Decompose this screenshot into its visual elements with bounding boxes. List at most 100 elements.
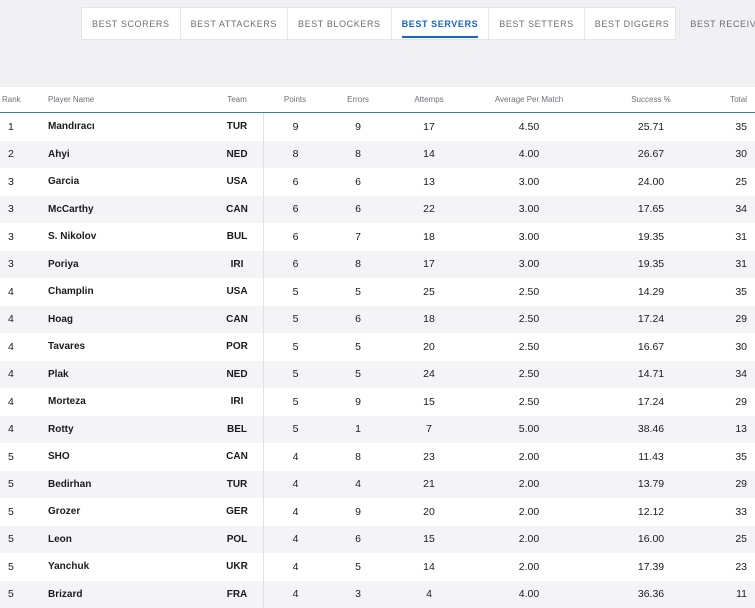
success-percent-cell: 12.12 (637, 505, 665, 518)
success-percent-cell: 36.36 (637, 588, 665, 601)
points-cell: 6 (263, 250, 327, 278)
errors-cell: 9 (355, 120, 361, 133)
column-header-success-percent[interactable]: Success % (589, 95, 713, 104)
player-name-cell: Grozer (48, 506, 81, 518)
total-cell: 30 (735, 340, 747, 353)
errors-cell: 9 (355, 395, 361, 408)
table-row: 5 Brizard FRA 4 3 4 4.00 36.36 11 (0, 580, 755, 608)
average-per-match-cell: 2.00 (518, 450, 540, 463)
team-cell: TUR (226, 478, 248, 490)
table-row: 3 McCarthy CAN 6 6 22 3.00 17.65 34 (0, 195, 755, 223)
player-name-cell: Morteza (48, 396, 86, 408)
team-cell: USA (226, 286, 248, 298)
table-row: 2 Ahyi NED 8 8 14 4.00 26.67 30 (0, 140, 755, 168)
errors-cell: 8 (355, 258, 361, 271)
attempts-cell: 25 (423, 285, 435, 298)
team-cell: NED (226, 368, 248, 380)
table-row: 5 Leon POL 4 6 15 2.00 16.00 25 (0, 525, 755, 553)
player-name-cell: Yanchuk (48, 561, 90, 573)
tab-best-setters[interactable]: BEST SETTERS (489, 8, 585, 39)
total-cell: 30 (735, 148, 747, 161)
rank-cell: 5 (8, 450, 14, 463)
total-cell: 35 (735, 285, 747, 298)
errors-cell: 8 (355, 148, 361, 161)
rank-cell: 5 (8, 505, 14, 518)
success-percent-cell: 19.35 (637, 230, 665, 243)
tab-best-attackers[interactable]: BEST ATTACKERS (181, 8, 288, 39)
attempts-cell: 21 (423, 478, 435, 491)
errors-cell: 1 (355, 423, 361, 436)
tab-best-scorers[interactable]: BEST SCORERS (82, 8, 181, 39)
errors-cell: 5 (355, 285, 361, 298)
success-percent-cell: 26.67 (637, 148, 665, 161)
average-per-match-cell: 2.00 (518, 533, 540, 546)
player-name-cell: Tavares (48, 341, 86, 353)
errors-cell: 4 (355, 478, 361, 491)
total-cell: 25 (735, 175, 747, 188)
team-cell: GER (226, 506, 248, 518)
total-cell: 13 (735, 423, 747, 436)
tab-best-blockers[interactable]: BEST BLOCKERS (288, 8, 392, 39)
total-cell: 29 (735, 313, 747, 326)
total-cell: 11 (736, 588, 747, 601)
team-cell: CAN (226, 451, 248, 463)
points-cell: 5 (263, 333, 327, 361)
points-cell: 5 (263, 305, 327, 333)
average-per-match-cell: 2.50 (518, 395, 540, 408)
table-row: 5 Bedirhan TUR 4 4 21 2.00 13.79 29 (0, 470, 755, 498)
team-cell: USA (226, 176, 248, 188)
success-percent-cell: 11.43 (638, 450, 664, 463)
column-header-rank[interactable]: Rank (0, 95, 46, 104)
column-header-team[interactable]: Team (211, 95, 263, 104)
attempts-cell: 20 (423, 340, 435, 353)
best-servers-table: Rank Player Name Team Points Errors Atte… (0, 87, 755, 608)
errors-cell: 5 (355, 340, 361, 353)
column-header-attempts[interactable]: Attemps (389, 95, 469, 104)
attempts-cell: 17 (423, 258, 435, 271)
rank-cell: 5 (8, 478, 14, 491)
table-row: 4 Plak NED 5 5 24 2.50 14.71 34 (0, 360, 755, 388)
team-cell: NED (226, 148, 248, 160)
points-cell: 4 (263, 470, 327, 498)
rank-cell: 3 (8, 258, 14, 271)
points-cell: 5 (263, 415, 327, 443)
average-per-match-cell: 4.00 (518, 148, 540, 161)
column-header-points[interactable]: Points (263, 87, 327, 112)
average-per-match-cell: 4.00 (518, 588, 540, 601)
errors-cell: 9 (355, 505, 361, 518)
total-cell: 34 (735, 368, 747, 381)
table-row: 4 Rotty BEL 5 1 7 5.00 38.46 13 (0, 415, 755, 443)
column-header-player-name[interactable]: Player Name (46, 95, 211, 104)
rank-cell: 3 (8, 230, 14, 243)
table-row: 5 Yanchuk UKR 4 5 14 2.00 17.39 23 (0, 553, 755, 581)
player-name-cell: Hoag (48, 313, 73, 325)
column-header-errors[interactable]: Errors (327, 95, 389, 104)
tab-best-diggers[interactable]: BEST DIGGERS (585, 8, 681, 39)
attempts-cell: 4 (426, 588, 432, 601)
tab-best-receivers[interactable]: BEST RECEIVERS (680, 8, 755, 39)
success-percent-cell: 17.39 (637, 560, 665, 573)
average-per-match-cell: 2.50 (518, 285, 540, 298)
player-name-cell: Mandıracı (48, 121, 95, 133)
attempts-cell: 18 (423, 230, 435, 243)
errors-cell: 6 (355, 175, 361, 188)
average-per-match-cell: 3.00 (518, 175, 540, 188)
average-per-match-cell: 2.50 (518, 368, 540, 381)
total-cell: 23 (735, 560, 747, 573)
column-header-average-per-match[interactable]: Average Per Match (469, 95, 589, 104)
success-percent-cell: 14.71 (637, 368, 665, 381)
attempts-cell: 13 (423, 175, 435, 188)
player-name-cell: Leon (48, 533, 72, 545)
rank-cell: 2 (8, 148, 14, 161)
tab-best-servers[interactable]: BEST SERVERS (392, 8, 490, 39)
column-header-total[interactable]: Total (713, 95, 755, 104)
attempts-cell: 17 (423, 120, 435, 133)
points-cell: 4 (263, 498, 327, 526)
team-cell: POL (226, 533, 248, 545)
average-per-match-cell: 4.50 (518, 120, 540, 133)
points-cell: 5 (263, 278, 327, 306)
rank-cell: 4 (8, 395, 14, 408)
rank-cell: 4 (8, 368, 14, 381)
total-cell: 29 (735, 395, 747, 408)
attempts-cell: 20 (423, 505, 435, 518)
